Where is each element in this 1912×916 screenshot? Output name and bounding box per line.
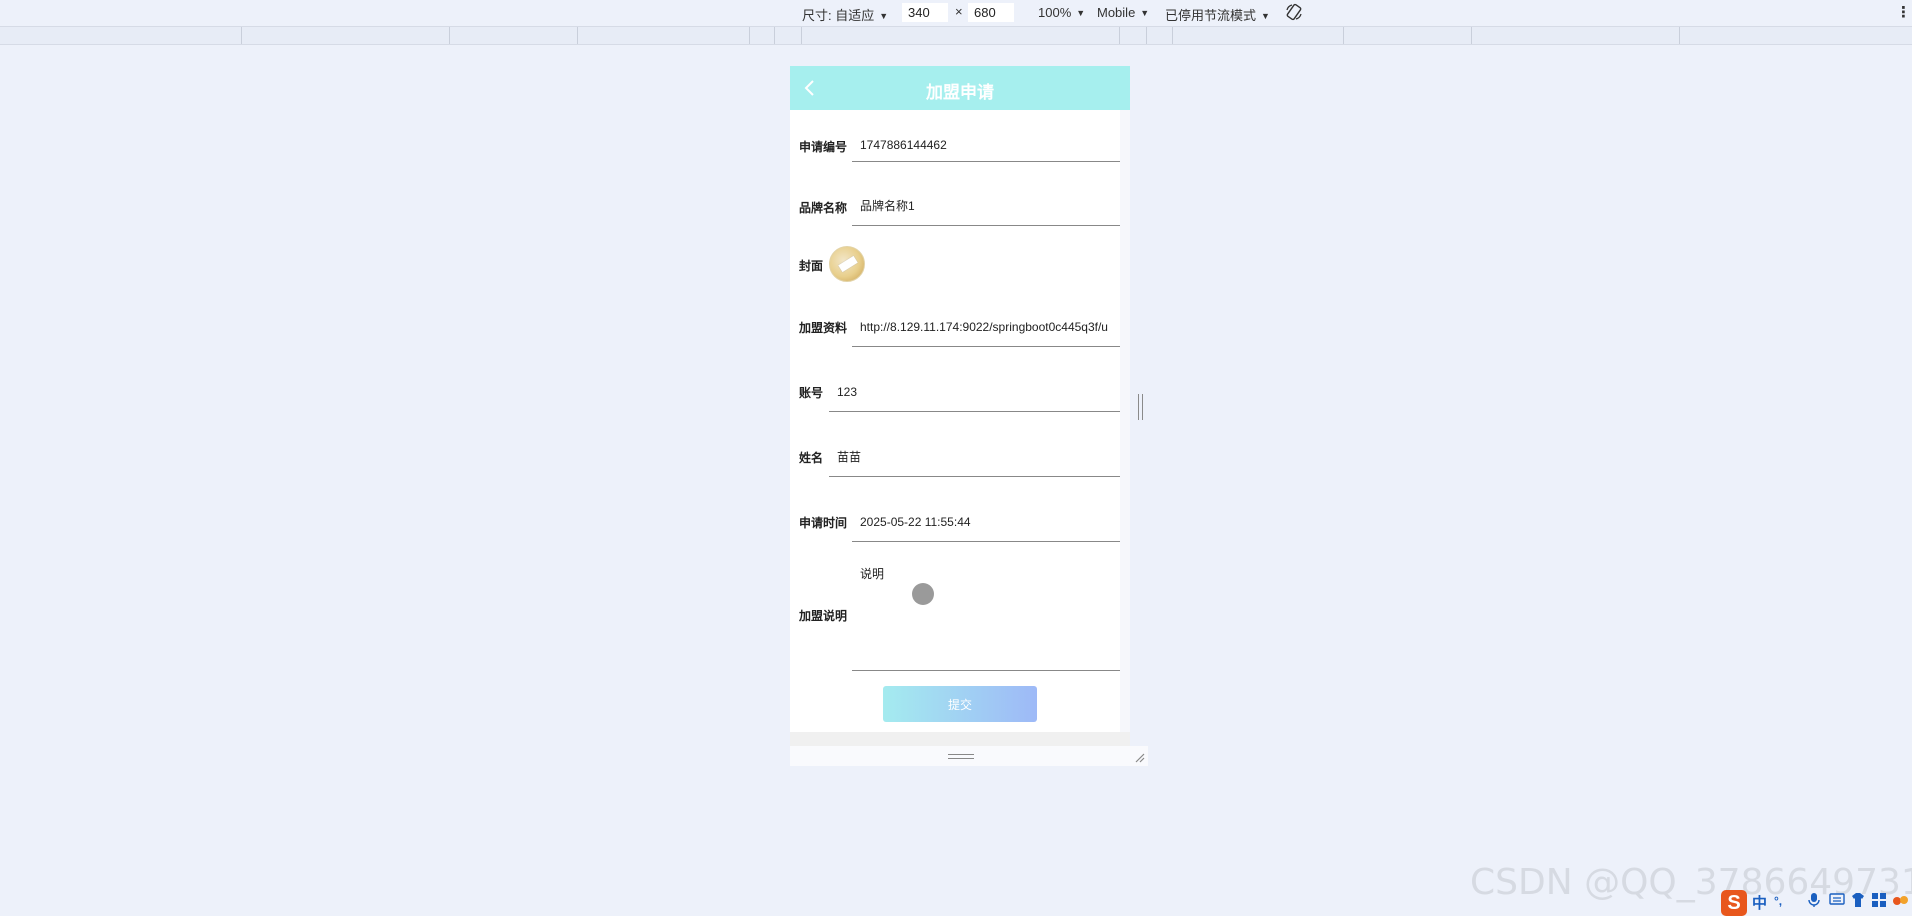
media-query-ruler xyxy=(0,26,1912,45)
height-input[interactable] xyxy=(968,3,1014,22)
description-textarea[interactable]: 说明 xyxy=(852,561,1120,671)
rotate-icon[interactable] xyxy=(1284,2,1304,25)
field-label: 申请时间 xyxy=(799,516,848,530)
more-options-icon[interactable]: ⋮ xyxy=(1896,3,1911,21)
cover-image[interactable] xyxy=(829,246,865,282)
touch-cursor xyxy=(912,583,934,605)
submit-button[interactable]: 提交 xyxy=(883,686,1037,722)
devtools-device-toolbar: 尺寸: 自适应 ▼ × 100% ▼ Mobile ▼ 已停用节流模式 ▼ ⋮ xyxy=(0,0,1912,26)
name-field[interactable]: 苗苗 xyxy=(829,447,1120,477)
field-label: 申请编号 xyxy=(799,140,848,154)
dimensions-label: 尺寸: 自适应 xyxy=(802,8,875,23)
keyboard-icon[interactable] xyxy=(1829,892,1845,910)
caret-down-icon: ▼ xyxy=(879,11,889,21)
skin-icon[interactable] xyxy=(1850,892,1866,912)
zoom-label: 100% xyxy=(1038,5,1072,20)
field-label: 加盟资料 xyxy=(799,321,848,335)
resize-handle-bottom[interactable] xyxy=(790,746,1148,766)
account-field[interactable]: 123 xyxy=(829,382,1120,412)
caret-down-icon: ▼ xyxy=(1140,8,1150,18)
sogou-logo-icon[interactable]: S xyxy=(1721,890,1747,916)
page-title: 加盟申请 xyxy=(926,83,994,102)
app-header: 加盟申请 xyxy=(790,66,1130,110)
field-label: 加盟说明 xyxy=(799,609,848,623)
width-input[interactable] xyxy=(902,3,948,22)
caret-down-icon: ▼ xyxy=(1076,8,1086,18)
grid-menu-icon[interactable] xyxy=(1871,892,1887,912)
field-label: 品牌名称 xyxy=(799,201,848,215)
ime-toolbar: S 中 °, xyxy=(1718,890,1912,916)
apply-time-field[interactable]: 2025-05-22 11:55:44 xyxy=(852,512,1120,542)
mode-label: 已停用节流模式 xyxy=(1165,8,1257,23)
application-no-field[interactable]: 1747886144462 xyxy=(852,134,1120,162)
device-viewport: 加盟申请 申请编号 1747886144462 品牌名称 品牌名称1 封面 加盟… xyxy=(790,66,1130,732)
brand-name-field[interactable]: 品牌名称1 xyxy=(852,195,1120,226)
field-label: 账号 xyxy=(799,386,824,400)
franchise-material-field[interactable]: http://8.129.11.174:9022/springboot0c445… xyxy=(852,316,1120,347)
caret-down-icon: ▼ xyxy=(1261,11,1270,21)
more-tools-icon[interactable] xyxy=(1892,892,1910,912)
mic-icon[interactable] xyxy=(1808,892,1820,912)
times-symbol: × xyxy=(955,4,963,19)
page-bottom-band xyxy=(790,732,1130,746)
resize-handle-right[interactable] xyxy=(1138,394,1143,420)
resize-corner-icon[interactable] xyxy=(1133,750,1145,763)
zoom-dropdown[interactable]: 100% ▼ xyxy=(1038,5,1085,20)
mode-dropdown[interactable]: 已停用节流模式 ▼ xyxy=(1165,5,1270,24)
grip-icon xyxy=(948,754,974,759)
scroll-gutter xyxy=(1120,66,1130,732)
throttle-dropdown[interactable]: Mobile ▼ xyxy=(1097,5,1149,20)
ime-punct[interactable]: °, xyxy=(1774,894,1782,908)
ime-language[interactable]: 中 xyxy=(1752,892,1767,913)
field-label: 姓名 xyxy=(799,451,824,465)
dimensions-dropdown[interactable]: 尺寸: 自适应 ▼ xyxy=(802,5,888,24)
throttle-label: Mobile xyxy=(1097,5,1136,20)
field-label: 封面 xyxy=(799,259,824,273)
